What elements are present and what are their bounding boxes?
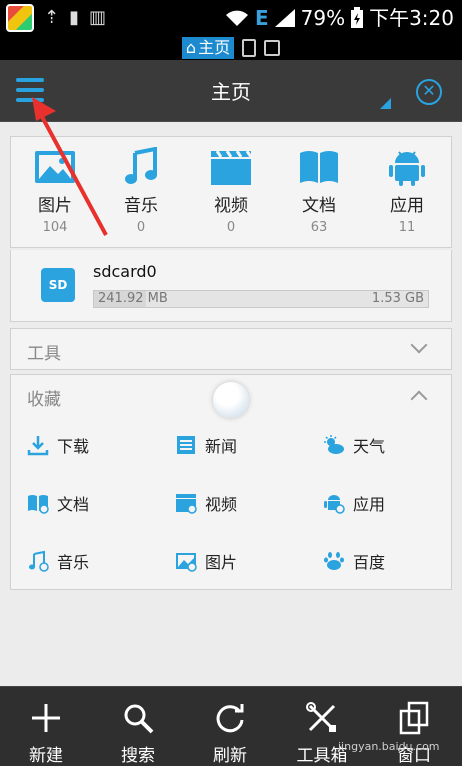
storage-usage-bar: 241.92 MB 1.53 GB	[93, 290, 429, 308]
window-tab-home[interactable]: ⌂ 主页	[181, 37, 235, 59]
network-type: E	[254, 6, 269, 30]
home-icon: ⌂	[185, 38, 197, 57]
chevron-up-icon	[410, 390, 428, 408]
wifi-icon	[225, 10, 248, 26]
favorites-grid: 下载 新闻 天气 文档 视频 应用 音乐 图片 百度	[10, 414, 452, 590]
clock: 下午3:20	[369, 6, 454, 30]
close-icon[interactable]: ✕	[416, 79, 442, 105]
favorite-music[interactable]: 音乐	[27, 546, 89, 576]
favorite-weather[interactable]: 天气	[323, 430, 385, 460]
tools-section-header[interactable]: 工具	[10, 328, 452, 370]
multi-window-icon[interactable]	[264, 40, 281, 56]
favorite-apps[interactable]: 应用	[323, 488, 385, 518]
favorite-label: 视频	[205, 495, 238, 514]
phone-window-icon[interactable]	[242, 39, 257, 57]
storage-used: 241.92 MB	[98, 291, 168, 306]
battery-percent: 79%	[300, 6, 346, 30]
category-documents[interactable]: 文档 63	[279, 147, 359, 235]
windows-button[interactable]: 窗口	[368, 687, 460, 766]
android-icon	[324, 495, 345, 514]
new-button[interactable]: 新建	[0, 687, 92, 766]
category-label: 文档	[302, 196, 336, 216]
image-icon	[35, 151, 75, 183]
category-label: 应用	[390, 196, 424, 216]
favorite-download[interactable]: 下载	[27, 430, 89, 460]
download-icon	[27, 436, 49, 456]
category-music[interactable]: 音乐 0	[101, 147, 181, 235]
search-button-label: 搜索	[121, 746, 155, 766]
window-tab-strip: ⌂ 主页	[0, 36, 462, 60]
favorite-label: 新闻	[205, 437, 238, 456]
page-title: 主页	[211, 80, 251, 104]
favorite-label: 音乐	[57, 553, 90, 572]
category-label: 图片	[38, 196, 72, 216]
sdcard-icon: SD	[41, 268, 75, 302]
storage-total: 1.53 GB	[371, 291, 424, 306]
favorite-images[interactable]: 图片	[175, 546, 237, 576]
category-count: 104	[42, 220, 68, 235]
usb-icon: ⇡	[44, 7, 60, 28]
chevron-down-icon	[410, 336, 428, 354]
bottom-toolbar: 新建 搜索 刷新 工具箱 窗口	[0, 686, 462, 766]
favorite-label: 图片	[205, 553, 238, 572]
tools-icon	[306, 702, 336, 732]
plus-icon	[32, 704, 60, 732]
favorite-documents[interactable]: 文档	[27, 488, 89, 518]
favorite-news[interactable]: 新闻	[175, 430, 237, 460]
video-icon	[176, 494, 197, 514]
baidu-icon	[324, 552, 344, 570]
window-tab-home-label: 主页	[198, 38, 231, 57]
section-title: 工具	[27, 344, 61, 364]
music-icon	[125, 147, 157, 184]
battery-icon	[351, 7, 364, 28]
category-grid: 图片 104 音乐 0 视频 0 文档 63 应用 11	[10, 136, 452, 248]
favorite-label: 文档	[57, 495, 90, 514]
refresh-icon	[216, 704, 244, 733]
video-icon	[211, 150, 253, 185]
storage-item-sdcard[interactable]: SD sdcard0 241.92 MB 1.53 GB	[10, 250, 452, 322]
android-icon	[389, 151, 425, 186]
category-count: 0	[136, 220, 146, 235]
watermark: jingyan.baidu.com	[338, 740, 440, 753]
category-count: 0	[226, 220, 236, 235]
toolbox-button[interactable]: 工具箱	[276, 687, 368, 766]
loading-spinner	[213, 382, 249, 418]
weather-icon	[324, 435, 344, 454]
app-notification-icon	[6, 4, 34, 32]
refresh-button-label: 刷新	[213, 746, 247, 766]
category-apps[interactable]: 应用 11	[367, 147, 447, 235]
section-title: 收藏	[27, 390, 61, 410]
new-button-label: 新建	[29, 746, 63, 766]
storage-name: sdcard0	[93, 262, 157, 281]
search-icon	[124, 704, 154, 734]
favorite-label: 下载	[57, 437, 90, 456]
favorite-baidu[interactable]: 百度	[323, 546, 385, 576]
favorite-label: 百度	[353, 553, 386, 572]
category-video[interactable]: 视频 0	[191, 147, 271, 235]
sdcard-icon: ▮	[69, 7, 79, 28]
search-button[interactable]: 搜索	[92, 687, 184, 766]
app-header: 主页	[0, 60, 462, 122]
signal-icon	[274, 9, 295, 27]
news-icon	[177, 436, 195, 454]
book-icon	[28, 495, 49, 514]
favorite-video[interactable]: 视频	[175, 488, 237, 518]
category-label: 音乐	[124, 196, 158, 216]
image-icon	[176, 553, 197, 572]
favorite-label: 天气	[353, 437, 386, 456]
book-icon	[300, 151, 338, 183]
category-images[interactable]: 图片 104	[15, 147, 95, 235]
barcode-icon: ▥	[89, 7, 107, 28]
favorite-label: 应用	[353, 495, 386, 514]
refresh-button[interactable]: 刷新	[184, 687, 276, 766]
category-count: 63	[310, 220, 328, 235]
windows-icon	[399, 701, 429, 735]
music-icon	[29, 550, 49, 572]
status-bar: ⇡ ▮ ▥ E 79% 下午3:20	[0, 0, 462, 36]
path-dropdown-icon[interactable]	[380, 98, 391, 109]
category-label: 视频	[214, 196, 248, 216]
category-count: 11	[398, 220, 416, 235]
